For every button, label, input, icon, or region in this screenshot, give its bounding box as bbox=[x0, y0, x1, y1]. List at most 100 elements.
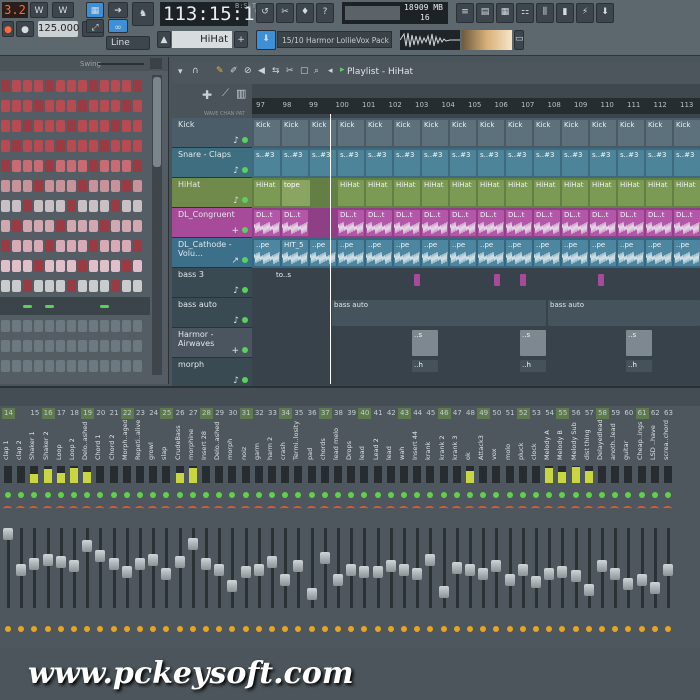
playlist-track-header[interactable]: morph ♪ bbox=[172, 358, 252, 388]
volume-fader[interactable] bbox=[412, 568, 423, 580]
step-pad[interactable] bbox=[56, 305, 65, 308]
pan-knob[interactable] bbox=[227, 506, 237, 511]
step-pad[interactable] bbox=[56, 200, 65, 212]
step-pad[interactable] bbox=[78, 280, 87, 292]
playlist-track-header[interactable]: bass 3 ♪ bbox=[172, 268, 252, 298]
mixer-enable-led[interactable] bbox=[295, 492, 302, 498]
metronome-icon[interactable]: ♞ bbox=[132, 2, 154, 26]
mixer-channel-name[interactable]: Attack3 bbox=[477, 420, 490, 460]
mixer-channel-name[interactable]: Melody A bbox=[543, 420, 556, 460]
tempo-display[interactable]: 125.000 bbox=[38, 21, 79, 37]
route-led[interactable] bbox=[163, 626, 170, 632]
pan-knob[interactable] bbox=[623, 506, 633, 511]
pan-knob[interactable] bbox=[438, 506, 448, 511]
step-pad[interactable] bbox=[89, 80, 98, 92]
volume-fader[interactable] bbox=[227, 580, 238, 592]
playlist-icon[interactable]: ≡ bbox=[456, 3, 474, 23]
mixer-channel-name[interactable]: clap 2 bbox=[15, 420, 28, 460]
step-pad[interactable] bbox=[45, 220, 54, 232]
route-led[interactable] bbox=[401, 626, 407, 632]
mixer-channel-name[interactable]: clock bbox=[530, 420, 543, 460]
route-led[interactable] bbox=[559, 626, 566, 632]
step-pad[interactable] bbox=[89, 240, 98, 252]
mixer-enable-led[interactable] bbox=[229, 492, 236, 498]
playlist-clip[interactable]: ..pe bbox=[394, 240, 420, 266]
volume-fader[interactable] bbox=[372, 566, 383, 578]
step-pad[interactable] bbox=[111, 240, 120, 252]
playlist-clip[interactable]: s..#3 bbox=[506, 150, 532, 176]
mixer-channel-name[interactable]: krank 2 bbox=[438, 420, 451, 460]
mixer-channel-name[interactable]: molo bbox=[504, 420, 517, 460]
volume-fader[interactable] bbox=[280, 574, 291, 586]
step-pad[interactable] bbox=[122, 340, 131, 352]
volume-fader[interactable] bbox=[187, 538, 198, 550]
route-led[interactable] bbox=[572, 626, 579, 632]
pan-knob[interactable] bbox=[174, 506, 184, 511]
playlist-clip[interactable]: HiHat bbox=[422, 180, 448, 206]
volume-fader[interactable] bbox=[597, 560, 607, 572]
step-pad[interactable] bbox=[100, 360, 109, 372]
mixer-channel-name[interactable]: dist thing bbox=[583, 420, 596, 460]
pan-knob[interactable] bbox=[148, 506, 158, 511]
step-pad[interactable] bbox=[12, 160, 21, 172]
step-pad[interactable] bbox=[122, 120, 131, 132]
mixer-channel-name[interactable]: Melody B bbox=[556, 420, 569, 460]
playlist-menu-icon[interactable]: ▾ bbox=[178, 67, 183, 77]
step-pad[interactable] bbox=[111, 260, 120, 272]
playlist-clip[interactable]: DL..t bbox=[394, 210, 420, 236]
step-pad[interactable] bbox=[89, 100, 98, 112]
step-pad[interactable] bbox=[12, 340, 21, 352]
step-pad[interactable] bbox=[78, 140, 87, 152]
step-pad[interactable] bbox=[89, 160, 98, 172]
playlist-clip[interactable]: Kick bbox=[478, 120, 504, 146]
playlist-clip[interactable]: ..pe bbox=[450, 240, 476, 266]
playlist-clip[interactable]: DL..t bbox=[366, 210, 392, 236]
playlist-clip[interactable]: ..pe bbox=[646, 240, 672, 266]
mixer-enable-led[interactable] bbox=[163, 492, 170, 498]
volume-fader[interactable] bbox=[3, 528, 13, 540]
step-pad[interactable] bbox=[122, 80, 131, 92]
playlist-clip[interactable]: Kick bbox=[590, 120, 616, 146]
mixer-enable-led[interactable] bbox=[335, 492, 341, 498]
mixer-enable-led[interactable] bbox=[572, 492, 579, 498]
mixer-channel-name[interactable]: Insert 28 bbox=[200, 420, 213, 460]
step-pad[interactable] bbox=[133, 200, 142, 212]
playlist-clip[interactable] bbox=[520, 274, 526, 286]
playlist-clip[interactable]: DL..t bbox=[646, 210, 672, 236]
route-led[interactable] bbox=[71, 626, 77, 632]
step-pad[interactable] bbox=[78, 220, 87, 232]
pan-knob[interactable] bbox=[135, 506, 144, 511]
step-pad[interactable] bbox=[67, 340, 76, 352]
volume-fader[interactable] bbox=[399, 564, 409, 576]
step-pad[interactable] bbox=[45, 80, 54, 92]
playlist-clip[interactable]: s..#3 bbox=[534, 150, 560, 176]
mixer-enable-led[interactable] bbox=[467, 492, 473, 498]
mixer-channel-name[interactable]: clap 1 bbox=[2, 420, 15, 460]
step-pad[interactable] bbox=[34, 80, 43, 92]
volume-fader[interactable] bbox=[663, 564, 673, 576]
pan-knob[interactable] bbox=[333, 506, 342, 511]
playlist-clip[interactable]: ..s bbox=[412, 330, 438, 356]
snap-select[interactable]: Line bbox=[106, 36, 150, 50]
mixer-enable-led[interactable] bbox=[255, 492, 262, 498]
playlist-ruler[interactable]: 97 98 99 100 101 102 103 104 105 106 107 108 109 110 1… bbox=[252, 98, 700, 114]
playlist-clip[interactable]: DL..t bbox=[534, 210, 560, 236]
step-pad[interactable] bbox=[34, 240, 43, 252]
playlist-clip[interactable]: ..pe bbox=[338, 240, 364, 266]
mixer-enable-led[interactable] bbox=[216, 492, 223, 498]
step-pad[interactable] bbox=[78, 100, 87, 112]
step-pad[interactable] bbox=[56, 80, 65, 92]
step-pad[interactable] bbox=[89, 305, 98, 308]
playlist-lane[interactable]: HiHat HiHat HiHat HiHat HiHat HiHat HiHat HiHat… bbox=[252, 178, 700, 209]
route-led[interactable] bbox=[189, 626, 196, 632]
route-led[interactable] bbox=[57, 626, 64, 632]
step-pad[interactable] bbox=[12, 180, 21, 192]
mixer-icon[interactable]: ⚏ bbox=[516, 3, 534, 23]
step-pad[interactable] bbox=[45, 140, 54, 152]
mixer-enable-led[interactable] bbox=[506, 492, 513, 498]
step-pad[interactable] bbox=[45, 320, 54, 332]
mixer-channel-name[interactable]: Delayedlead bbox=[596, 420, 609, 460]
volume-fader[interactable] bbox=[531, 576, 541, 588]
volume-fader[interactable] bbox=[161, 568, 172, 580]
step-pad[interactable] bbox=[100, 200, 109, 212]
